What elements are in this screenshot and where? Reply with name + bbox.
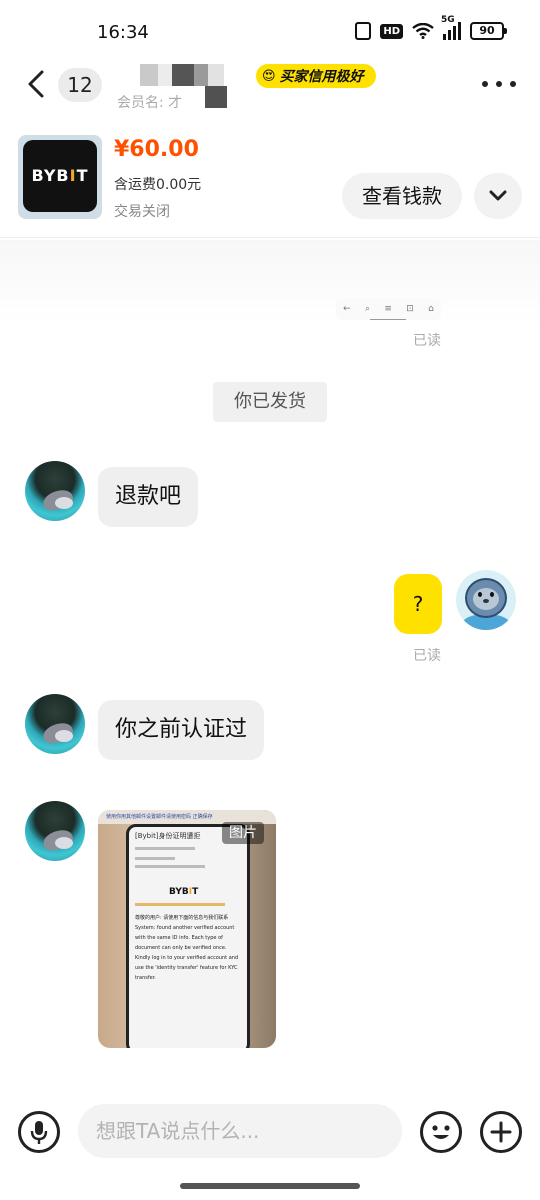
input-bar [0,1098,540,1168]
system-message: 你已发货 [213,382,327,422]
microphone-icon [30,1121,48,1144]
order-card[interactable]: BYBIT ¥60.00 含运费0.00元 交易关闭 查看钱款 [0,130,540,238]
seller-avatar[interactable] [456,570,516,630]
phone-in-photo: [Bybit]身份证明遭拒 BYBIT 尊敬的用户: 请使用下面的信息与我们联系… [126,824,250,1048]
order-status: 交易关闭 [114,204,170,220]
status-time: 16:34 [97,22,149,43]
home-indicator[interactable] [180,1183,360,1189]
more-dot-icon [496,81,502,87]
plus-button[interactable] [480,1111,522,1153]
message-bubble-right[interactable]: ? [394,574,442,634]
vibrate-icon [355,22,372,40]
image-badge: 图片 [222,822,264,844]
credit-tag: 😍 买家信用极好 [256,64,376,88]
voice-button[interactable] [18,1111,60,1153]
hd-icon: HD [380,23,403,39]
back-arrow-icon: ← [343,304,351,314]
signal-icon: 5G [441,15,461,40]
mail-title: [Bybit]身份证明遭拒 [135,832,201,840]
status-bar: 16:34 HD 5G 90 [0,0,540,60]
read-receipt: 已读 [413,333,441,349]
more-dot-icon [510,81,516,87]
mail-body: 尊敬的用户: 请使用下面的信息与我们联系 System: found anoth… [135,915,239,981]
heart-eyes-icon: 😍 [262,68,276,84]
unread-count-badge[interactable]: 12 [58,68,102,102]
message-bubble-left[interactable]: 退款吧 [98,467,199,527]
product-thumbnail[interactable]: BYBIT [18,135,102,219]
status-icons: HD 5G 90 [355,15,507,40]
member-name-redaction [205,86,227,108]
image-message[interactable]: 使用你用其他邮件设置邮件请使用密码 正确保存 [Bybit]身份证明遭拒 BYB… [98,810,276,1048]
smiley-icon [432,1125,450,1139]
shipping-fee: 含运费0.00元 [114,177,202,193]
chat-area[interactable]: ← ⌕ ≡ ⊡ ⌂ 已读 你已发货 退款吧 ? 已读 你之前认证过 使用你用其他… [0,240,540,1090]
message-bubble-left[interactable]: 你之前认证过 [98,700,265,760]
buyer-avatar[interactable] [25,694,85,754]
read-receipt: 已读 [413,648,441,664]
nickname-redacted [140,64,240,86]
credit-tag-label: 买家信用极好 [279,69,364,85]
search-icon: ⌕ [365,304,371,314]
mini-browser-toolbar-image: ← ⌕ ≡ ⊡ ⌂ [336,298,441,320]
signal-label: 5G [441,15,455,25]
message-input[interactable] [78,1104,402,1158]
view-money-button[interactable]: 查看钱款 [342,173,462,219]
more-dot-icon [482,81,488,87]
bybit-logo: BYBIT [23,140,97,212]
home-icon: ⌂ [428,304,434,314]
battery-icon: 90 [470,22,507,40]
list-icon: ≡ [384,304,392,314]
plus-icon [490,1121,512,1143]
tabs-icon: ⊡ [406,304,414,314]
more-button[interactable] [482,76,516,92]
buyer-avatar[interactable] [25,461,85,521]
expand-button[interactable] [474,173,522,219]
chevron-down-icon [489,190,507,201]
buyer-avatar[interactable] [25,801,85,861]
emoji-button[interactable] [420,1111,462,1153]
member-name-label: 会员名: 才 [117,95,183,111]
wifi-icon [412,23,434,39]
back-button[interactable] [22,68,52,100]
order-price: ¥60.00 [114,137,199,162]
chat-header: 12 😍 买家信用极好 会员名: 才 [0,56,540,116]
bybit-logo: BYBIT [169,887,199,897]
